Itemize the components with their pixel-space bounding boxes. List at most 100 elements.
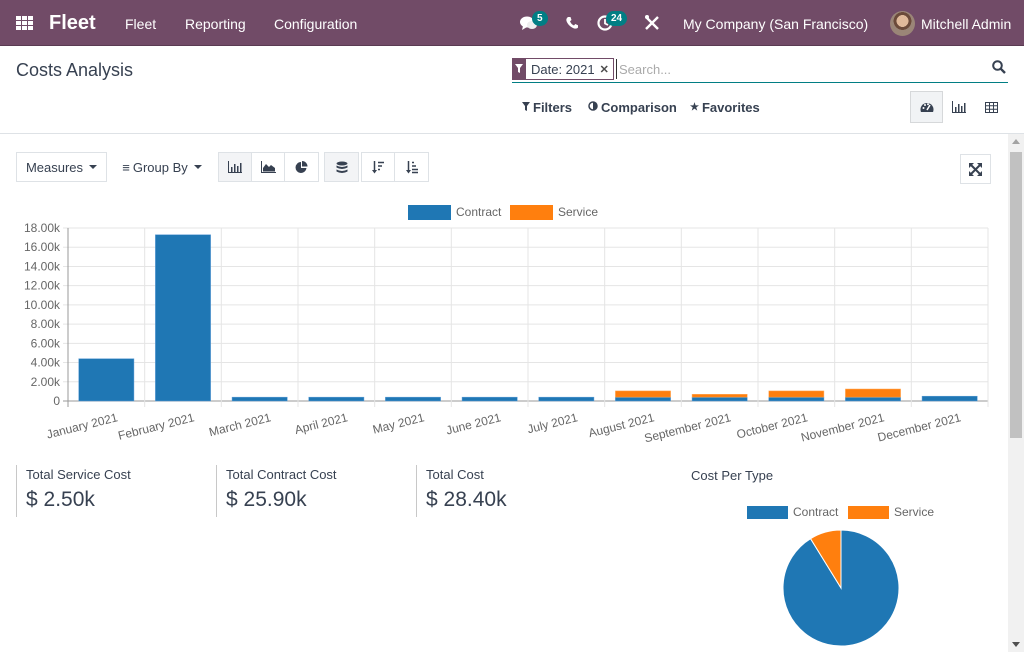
bar-service[interactable] [615, 390, 671, 398]
view-dashboard-button[interactable] [910, 91, 943, 123]
bar-contract[interactable] [385, 396, 441, 402]
scroll-up-icon[interactable] [1012, 139, 1020, 144]
bar-contract[interactable] [78, 358, 135, 402]
line-chart-mode-button[interactable] [252, 153, 285, 181]
bar-contract[interactable] [845, 396, 901, 402]
sort-descending-button[interactable] [362, 153, 395, 181]
groupby-dropdown[interactable]: ≡ Group By [115, 152, 209, 182]
kpi-total-service-cost[interactable]: Total Service Cost $ 2.50k [16, 465, 131, 517]
favorites-button[interactable]: ★ Favorites [690, 100, 760, 115]
y-tick-label: 18.00k [24, 221, 61, 235]
stacked-toggle-button[interactable] [325, 153, 358, 181]
x-tick-label: July 2021 [526, 410, 580, 436]
legend-label: Service [894, 505, 934, 519]
user-menu[interactable]: Mitchell Admin [921, 16, 1011, 32]
facet-remove-icon[interactable]: ✕ [600, 63, 613, 76]
area-chart-icon [260, 161, 276, 173]
caret-down-icon [89, 165, 98, 169]
bar-service[interactable] [845, 388, 901, 398]
bar-contract[interactable] [615, 396, 671, 402]
y-tick-label: 12.00k [24, 279, 61, 293]
legend-swatch [848, 506, 889, 519]
measures-dropdown[interactable]: Measures [16, 152, 107, 182]
pie-legend-item-service[interactable]: Service [848, 505, 934, 519]
legend-item-service[interactable]: Service [510, 205, 598, 220]
x-tick-label: January 2021 [45, 410, 119, 441]
bars-icon: ≡ [122, 159, 130, 175]
groupby-label: Group By [132, 159, 188, 175]
legend-label: Service [558, 205, 598, 219]
bar-contract[interactable] [691, 396, 748, 402]
x-tick-label: February 2021 [117, 410, 196, 443]
bar-contract[interactable] [461, 396, 518, 402]
bar-chart-mode-button[interactable] [219, 153, 252, 181]
bar-chart-icon [951, 101, 966, 113]
y-tick-label: 2.00k [31, 375, 61, 389]
search-input[interactable] [616, 59, 976, 79]
legend-swatch [408, 205, 451, 220]
app-brand[interactable]: Fleet [49, 12, 96, 35]
scroll-thumb[interactable] [1010, 152, 1022, 438]
phone-button[interactable] [566, 16, 578, 33]
apps-menu-icon[interactable] [16, 16, 33, 30]
control-panel: Costs Analysis Date: 2021 ✕ Filters Comp… [0, 46, 1024, 134]
view-graph-button[interactable] [942, 91, 975, 123]
legend-item-contract[interactable]: Contract [408, 205, 502, 220]
search-facet[interactable]: Date: 2021 ✕ [512, 57, 614, 80]
comparison-button[interactable]: Comparison [588, 100, 677, 115]
kpi-total-cost[interactable]: Total Cost $ 28.40k [416, 465, 507, 517]
pie-legend-item-contract[interactable]: Contract [747, 505, 839, 519]
expand-icon [969, 162, 982, 176]
scroll-down-icon[interactable] [1012, 642, 1020, 647]
filter-icon [512, 57, 526, 80]
bar-chart: Contract Service 0 2.00k 4.00k 6.00k 8.00k 10.0… [24, 205, 989, 445]
fullscreen-button[interactable] [960, 154, 991, 184]
bar-contract[interactable] [155, 234, 211, 402]
menu-configuration[interactable]: Configuration [274, 16, 357, 32]
filters-button[interactable]: Filters [522, 100, 572, 115]
legend-label: Contract [793, 505, 839, 519]
kpi-value: $ 28.40k [426, 488, 507, 511]
pie-chart-mode-button[interactable] [285, 153, 318, 181]
bar-service[interactable] [691, 394, 748, 398]
bar-contract[interactable] [768, 396, 825, 402]
search-icon[interactable] [992, 60, 1006, 74]
pie-legend: Contract Service [747, 505, 934, 519]
vertical-scrollbar[interactable] [1008, 134, 1024, 652]
caret-down-icon [193, 165, 202, 169]
star-icon: ★ [690, 102, 699, 113]
stack-group [324, 152, 359, 182]
legend-swatch [510, 205, 553, 220]
activities-badge: 24 [606, 11, 628, 26]
y-tick-label: 4.00k [31, 356, 61, 370]
y-tick-label: 6.00k [31, 336, 61, 350]
kpi-label: Total Service Cost [26, 467, 131, 482]
comparison-label: Comparison [601, 100, 677, 115]
kpi-label: Total Contract Cost [226, 467, 337, 482]
sort-amount-down-icon [372, 160, 384, 173]
bar-contract[interactable] [308, 396, 365, 402]
user-avatar[interactable] [890, 11, 915, 36]
menu-reporting[interactable]: Reporting [185, 16, 246, 32]
view-pivot-button[interactable] [975, 91, 1008, 123]
debug-tools-button[interactable] [645, 15, 659, 34]
chart-legend: Contract Service [408, 205, 598, 220]
messages-badge: 5 [532, 11, 548, 26]
bar-contract[interactable] [538, 396, 595, 402]
y-tick-label: 8.00k [31, 317, 61, 331]
menu-fleet[interactable]: Fleet [125, 16, 156, 32]
favorites-label: Favorites [701, 100, 760, 115]
bar-service[interactable] [768, 390, 825, 398]
tachometer-icon [920, 103, 933, 112]
phone-icon [566, 17, 578, 29]
kpi-total-contract-cost[interactable]: Total Contract Cost $ 25.90k [216, 465, 337, 517]
y-tick-label: 0 [53, 394, 60, 408]
sort-ascending-button[interactable] [395, 153, 428, 181]
bar-contract[interactable] [231, 396, 288, 402]
bar-contract[interactable] [921, 395, 978, 402]
sort-group [361, 152, 429, 182]
facet-label: Date: 2021 [531, 61, 595, 77]
pie-chart: Contract Service [747, 505, 934, 647]
company-switcher[interactable]: My Company (San Francisco) [683, 16, 868, 32]
kpi-value: $ 25.90k [226, 488, 307, 511]
